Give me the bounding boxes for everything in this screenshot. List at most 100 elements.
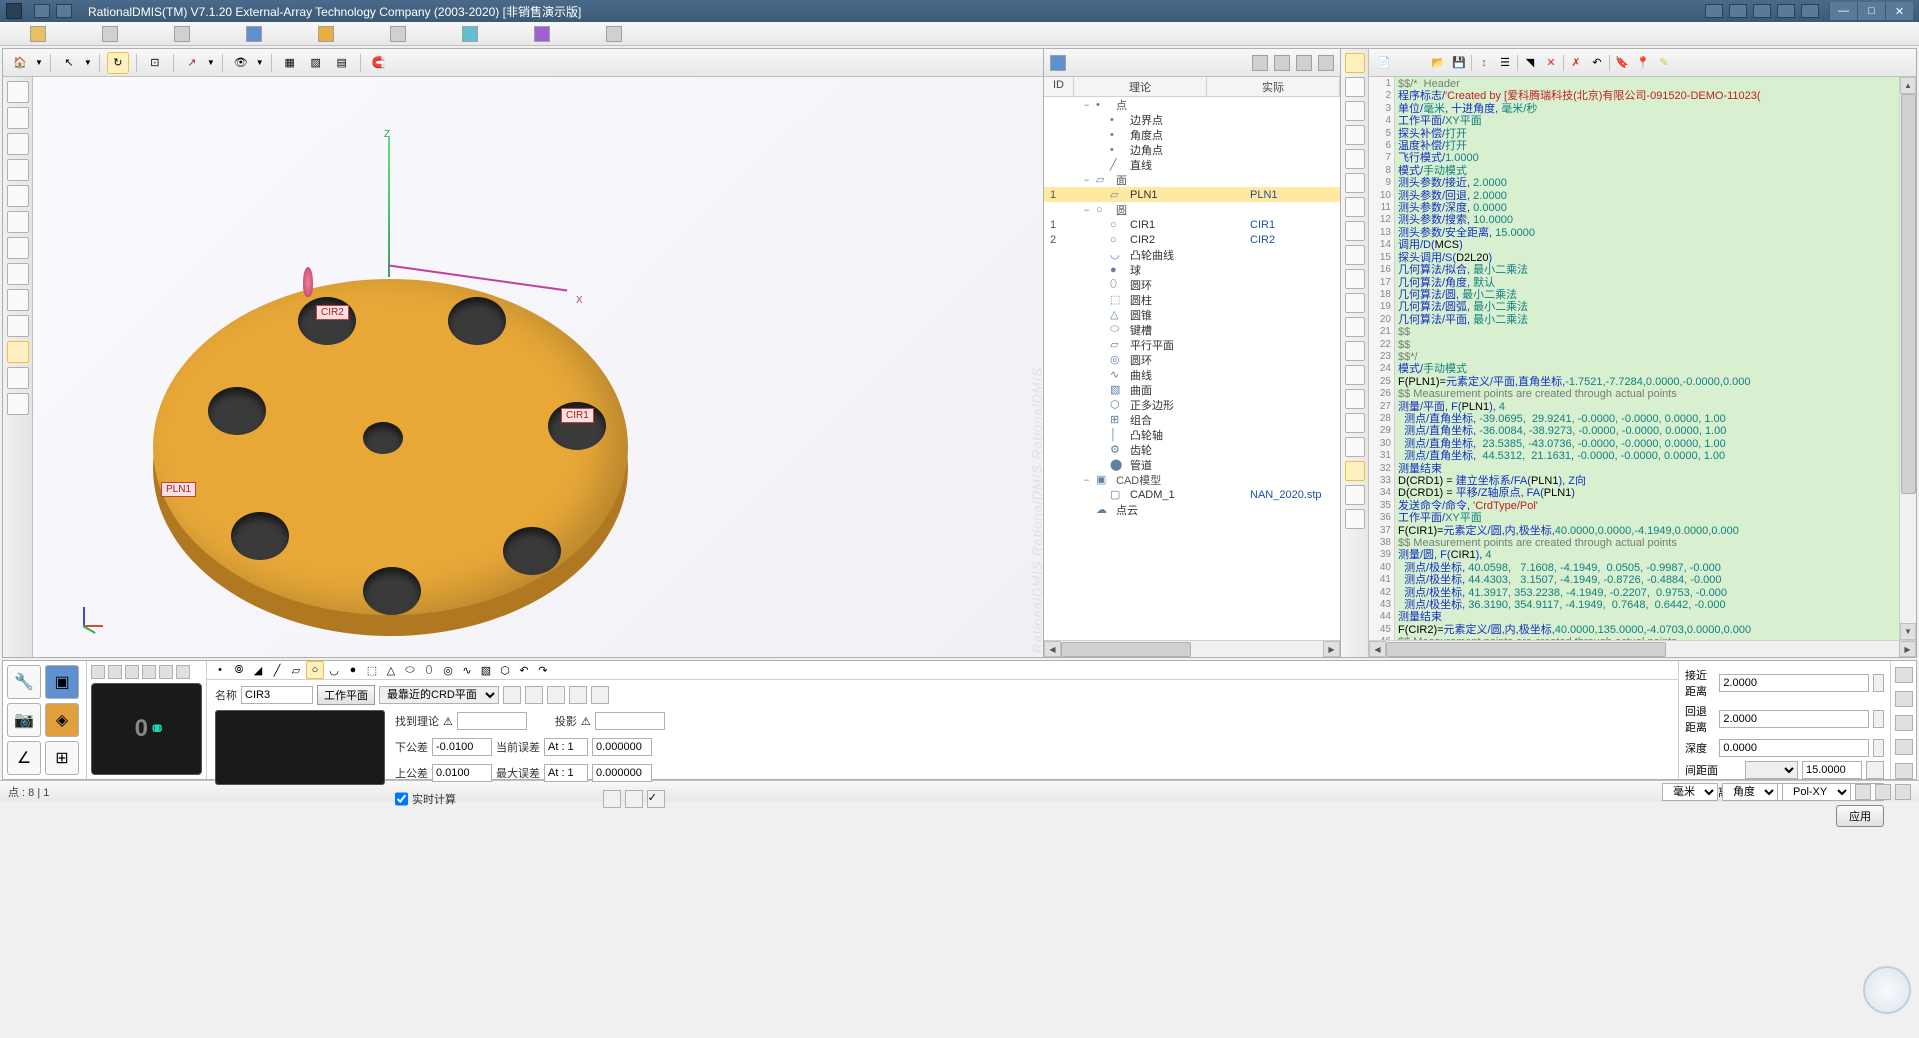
bp-grid-icon[interactable]: ⊞ [45,741,79,775]
sh-cylinder[interactable]: ⬚ [363,661,381,679]
tree-tb-4[interactable] [1296,55,1312,71]
axis-icon[interactable]: ↗ [181,52,203,74]
label-cir2[interactable]: CIR2 [316,305,349,320]
close-button[interactable]: ✕ [1885,2,1913,20]
menu-8[interactable] [514,24,570,44]
cst-15[interactable] [1345,389,1365,409]
lt-12[interactable] [7,367,29,389]
tr-icon-5[interactable] [1801,4,1819,18]
tree-row[interactable]: −▣CAD模型 [1044,472,1340,487]
menu-6[interactable] [370,24,426,44]
tree-hscroll[interactable]: ◀ ▶ [1044,640,1340,657]
lt-2[interactable] [7,107,29,129]
approach-unit[interactable] [1873,674,1884,692]
sh-surf[interactable]: ▧ [477,661,495,679]
sh-torus[interactable]: ◎ [439,661,457,679]
cst-18[interactable] [1345,461,1365,481]
tree-row[interactable]: −•点 [1044,97,1340,112]
lt-11[interactable] [7,341,29,363]
sh-undo[interactable]: ↶ [515,661,533,679]
tr-icon-2[interactable] [1729,4,1747,18]
tree-row[interactable]: ▱平行平面 [1044,337,1340,352]
bp-cube-icon[interactable]: ▣ [45,665,79,699]
bpsi-5[interactable] [1895,763,1913,779]
tree-row[interactable]: ⬡正多边形 [1044,397,1340,412]
code-tb-axis[interactable]: ↕ [1475,54,1493,72]
sh-circle[interactable]: ○ [306,661,324,679]
sh-arc[interactable]: ◡ [325,661,343,679]
interval-unit[interactable] [1866,761,1884,779]
bp-shield-icon[interactable]: ◈ [45,703,79,737]
tree-tb-1[interactable] [1050,55,1066,71]
tree-row[interactable]: ☁点云 [1044,502,1340,517]
tree-row[interactable]: −▱面 [1044,172,1340,187]
cst-11[interactable] [1345,293,1365,313]
form-ic-2[interactable] [525,686,543,704]
render2-icon[interactable]: ▨ [305,52,327,74]
cst-5[interactable] [1345,149,1365,169]
lt-9[interactable] [7,289,29,311]
tree-row[interactable]: ◎圆环 [1044,352,1340,367]
tree-row[interactable]: ⬚圆柱 [1044,292,1340,307]
cst-7[interactable] [1345,197,1365,217]
tree-row[interactable]: ⚙齿轮 [1044,442,1340,457]
sh-cone[interactable]: △ [382,661,400,679]
tree-row[interactable]: ⬯圆环 [1044,277,1340,292]
bpsi-3[interactable] [1895,715,1913,731]
upper-tol-input[interactable] [432,764,492,782]
cur-err-at[interactable] [544,738,588,756]
menu-file[interactable] [10,24,66,44]
status-angle[interactable]: 角度 [1722,783,1778,801]
code-tb-doc[interactable]: 📄 [1375,54,1393,72]
tree-row[interactable]: 1○CIR1CIR1 [1044,217,1340,232]
sh-point[interactable]: • [211,661,229,679]
cst-10[interactable] [1345,269,1365,289]
counter-tb-5[interactable] [159,665,173,679]
retract-unit[interactable] [1873,710,1884,728]
cst-14[interactable] [1345,365,1365,385]
lt-10[interactable] [7,315,29,337]
lower-tol-input[interactable] [432,738,492,756]
filter-icon[interactable] [1274,55,1290,71]
label-pln1[interactable]: PLN1 [161,482,196,497]
eye-icon[interactable]: 👁 [230,52,252,74]
status-unit[interactable]: 毫米 [1662,783,1718,801]
cst-16[interactable] [1345,413,1365,433]
depth-input[interactable] [1719,739,1869,757]
code-hscroll[interactable]: ◀ ▶ [1369,640,1916,657]
code-vscroll[interactable]: ▲ ▼ [1899,77,1916,640]
cst-4[interactable] [1345,125,1365,145]
viewport-canvas[interactable]: RationalDMIS RationalDMIS RationalDMIS [33,77,1043,657]
magnet-icon[interactable]: 🧲 [368,52,390,74]
cst-2[interactable] [1345,77,1365,97]
status-coord[interactable]: Pol-XY [1782,783,1851,801]
sh-corner[interactable]: ◢ [249,661,267,679]
bp-angle-icon[interactable]: ∠ [7,741,41,775]
bp-cam-icon[interactable]: 📷 [7,703,41,737]
lt-cursor[interactable] [7,81,29,103]
form-ic-3[interactable] [547,686,565,704]
cst-17[interactable] [1345,437,1365,457]
counter-tb-2[interactable] [108,665,122,679]
status-ic-2[interactable] [1875,784,1891,800]
bpsi-4[interactable] [1895,739,1913,755]
cst-13[interactable] [1345,341,1365,361]
counter-tb-4[interactable] [142,665,156,679]
retract-input[interactable] [1719,710,1869,728]
form-ic-1[interactable] [503,686,521,704]
counter-tb-6[interactable] [176,665,190,679]
apply-button[interactable]: 应用 [1836,805,1884,827]
max-err-at[interactable] [544,764,588,782]
code-tb-highlight[interactable]: ✎ [1655,54,1673,72]
tree-row[interactable]: −○圆 [1044,202,1340,217]
cst-9[interactable] [1345,245,1365,265]
tree-row[interactable]: ⬤管道 [1044,457,1340,472]
title-tool-1[interactable] [34,4,50,18]
cst-12[interactable] [1345,317,1365,337]
lt-8[interactable] [7,263,29,285]
menu-4[interactable] [226,24,282,44]
lt-5[interactable] [7,185,29,207]
status-ic-3[interactable] [1895,784,1911,800]
menu-9[interactable] [586,24,642,44]
cur-err-val[interactable] [592,738,652,756]
